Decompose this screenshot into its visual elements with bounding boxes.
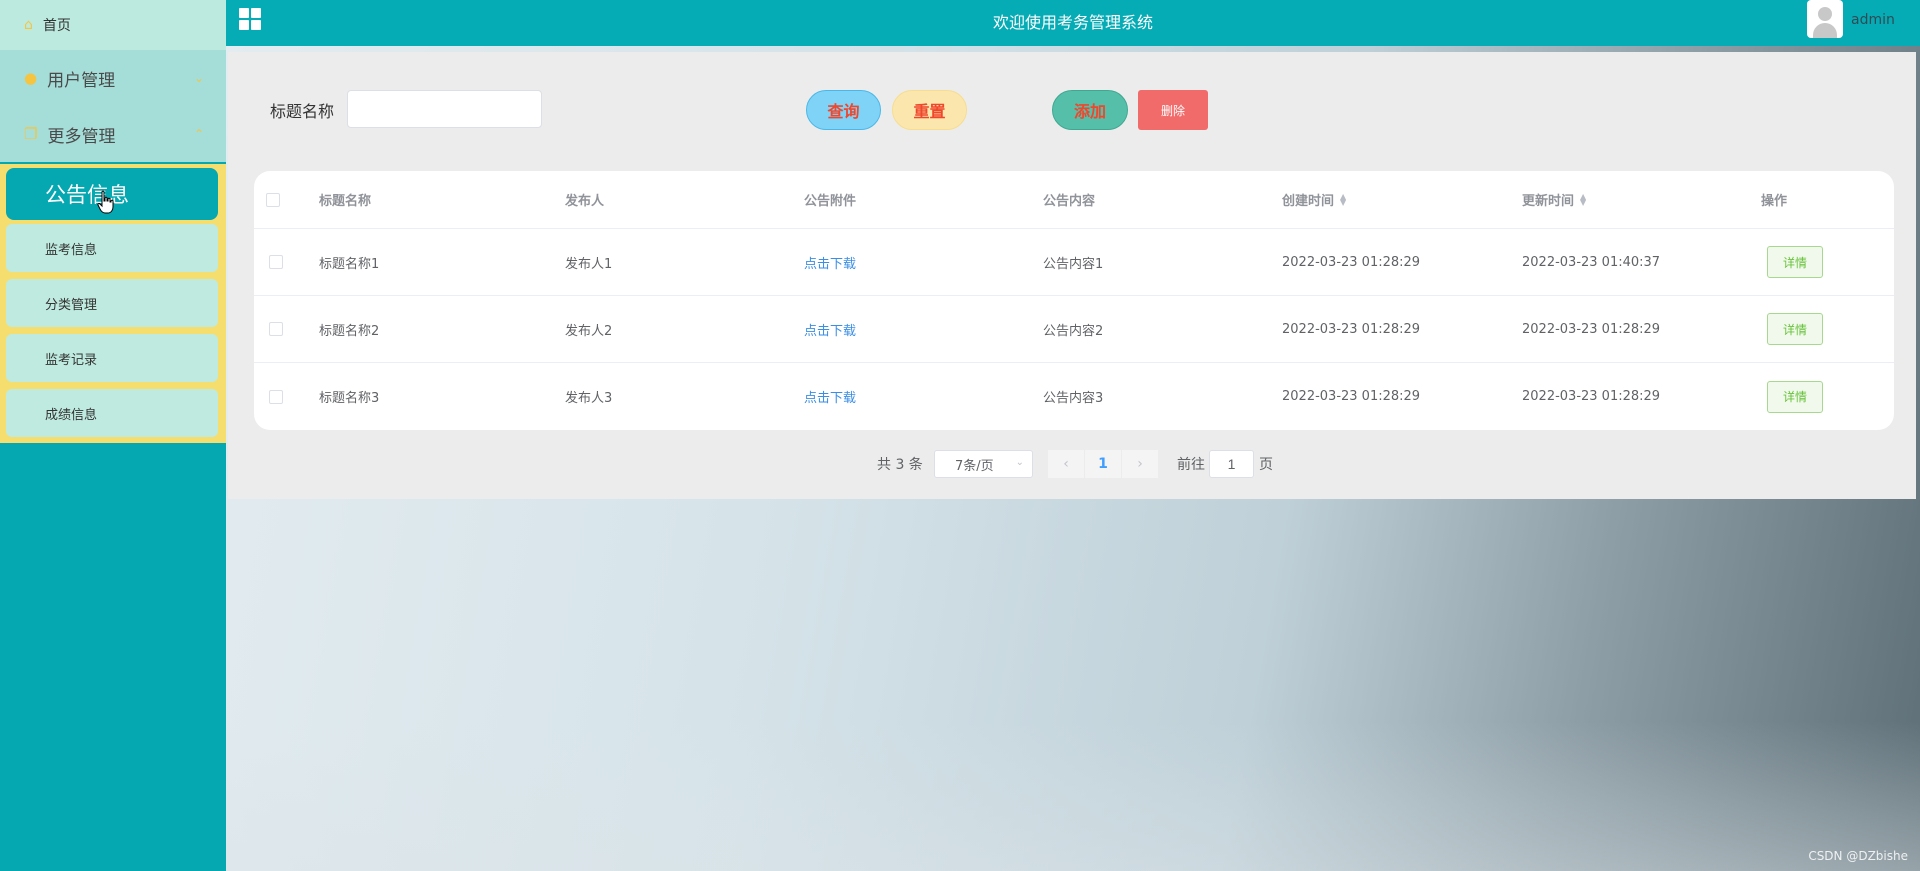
cell-content: 公告内容1 [1043, 256, 1104, 272]
sidebar-item-label: 成绩信息 [45, 407, 98, 423]
watermark: CSDN @DZbishe [1808, 849, 1908, 863]
sidebar-item-label: 分类管理 [45, 297, 98, 313]
column-header: 标题名称 [319, 194, 372, 209]
search-label: 标题名称 [270, 102, 335, 121]
cell-publisher: 发布人1 [565, 256, 613, 272]
sidebar-group-label: 用户管理 [47, 70, 116, 91]
cell-created: 2022-03-23 01:28:29 [1282, 321, 1421, 337]
add-button[interactable]: 添加 [1052, 90, 1128, 130]
detail-button[interactable]: 详情 [1767, 313, 1823, 345]
table-row: 标题名称2 发布人2 点击下载 公告内容2 2022-03-23 01:28:2… [254, 296, 1894, 363]
table-row: 标题名称3 发布人3 点击下载 公告内容3 2022-03-23 01:28:2… [254, 363, 1894, 430]
sidebar-item-proctor-record[interactable]: 监考记录 [6, 334, 218, 382]
sidebar-item-label: 首页 [42, 18, 71, 34]
column-header: 公告内容 [1043, 194, 1096, 209]
cell-created: 2022-03-23 01:28:29 [1282, 254, 1421, 270]
sidebar-item-label: 监考记录 [45, 352, 98, 368]
sidebar-item-scores[interactable]: 成绩信息 [6, 389, 218, 437]
hand-cursor-icon [97, 190, 114, 214]
page-number-button[interactable]: 1 [1085, 450, 1121, 478]
user-icon: ● [24, 69, 38, 87]
app-title: 欢迎使用考务管理系统 [992, 13, 1153, 32]
goto-page-input[interactable] [1209, 450, 1254, 478]
goto-suffix: 页 [1259, 457, 1273, 473]
cell-title: 标题名称3 [319, 391, 380, 406]
sidebar-item-label: 监考信息 [45, 242, 98, 258]
sidebar-group-label: 更多管理 [47, 126, 116, 147]
goto-label: 前往 [1177, 457, 1205, 473]
row-checkbox[interactable] [269, 322, 283, 336]
main-panel: 标题名称 查询 重置 添加 删除 标题名称 发布人 公告附件 公告内容 创建时间… [228, 52, 1916, 499]
cell-updated: 2022-03-23 01:28:29 [1522, 321, 1661, 337]
sidebar-item-label: 公告信息 [45, 183, 129, 207]
title-search-input[interactable] [347, 90, 542, 128]
cell-title: 标题名称1 [319, 256, 380, 272]
announcement-table: 标题名称 发布人 公告附件 公告内容 创建时间 ▲ ▼ 更新时间 ▲ ▼ 操作 标题… [254, 171, 1894, 430]
page-size-select[interactable]: 7条/页 ⌄ [934, 450, 1033, 478]
column-header-created[interactable]: 创建时间 ▲ ▼ [1282, 171, 1346, 228]
cell-content: 公告内容2 [1043, 323, 1104, 339]
row-checkbox[interactable] [269, 389, 283, 404]
cell-created: 2022-03-23 01:28:29 [1282, 389, 1421, 404]
chevron-down-icon: ⌄ [193, 71, 204, 85]
sort-icon[interactable]: ▲ ▼ [1580, 192, 1586, 206]
download-link[interactable]: 点击下载 [804, 363, 856, 430]
reset-button[interactable]: 重置 [892, 90, 967, 130]
select-all-checkbox[interactable] [266, 192, 280, 207]
sidebar: ⌂ 首页 ● 用户管理 ⌄ ❐ 更多管理 ⌃ 公告信息 监考信息 分类管理 监考… [0, 0, 226, 871]
column-header: 操作 [1761, 194, 1788, 209]
table-row: 标题名称1 发布人1 点击下载 公告内容1 2022-03-23 01:28:2… [254, 229, 1894, 296]
sidebar-item-home[interactable]: ⌂ 首页 [0, 0, 226, 50]
sidebar-item-proctor-info[interactable]: 监考信息 [6, 224, 218, 272]
cell-content: 公告内容3 [1043, 391, 1104, 406]
download-link[interactable]: 点击下载 [804, 296, 856, 362]
column-header: 发布人 [565, 194, 605, 209]
detail-button[interactable]: 详情 [1767, 380, 1823, 413]
column-header-updated[interactable]: 更新时间 ▲ ▼ [1522, 171, 1586, 228]
prev-page-button[interactable]: ‹ [1048, 450, 1084, 478]
home-icon: ⌂ [24, 17, 33, 33]
avatar[interactable] [1807, 0, 1843, 38]
cell-updated: 2022-03-23 01:28:29 [1522, 389, 1661, 404]
detail-button[interactable]: 详情 [1767, 246, 1823, 278]
cell-publisher: 发布人3 [565, 391, 613, 406]
sidebar-group-more[interactable]: ❐ 更多管理 ⌃ [0, 106, 226, 162]
next-page-button[interactable]: › [1122, 450, 1158, 478]
sort-icon[interactable]: ▲ ▼ [1340, 192, 1346, 206]
cell-updated: 2022-03-23 01:40:37 [1522, 254, 1661, 270]
copy-icon: ❐ [24, 125, 38, 143]
cell-title: 标题名称2 [319, 323, 380, 339]
username[interactable]: admin [1851, 12, 1895, 28]
cell-publisher: 发布人2 [565, 323, 613, 339]
table-header: 标题名称 发布人 公告附件 公告内容 创建时间 ▲ ▼ 更新时间 ▲ ▼ 操作 [254, 171, 1894, 229]
sidebar-group-users[interactable]: ● 用户管理 ⌄ [0, 50, 226, 106]
delete-button[interactable]: 删除 [1138, 90, 1208, 130]
sidebar-item-category[interactable]: 分类管理 [6, 279, 218, 327]
row-checkbox[interactable] [269, 255, 283, 269]
pagination-total: 共 3 条 [877, 457, 923, 473]
top-header: 欢迎使用考务管理系统 admin [226, 0, 1920, 46]
chevron-down-icon: ⌄ [1015, 457, 1024, 468]
download-link[interactable]: 点击下载 [804, 229, 856, 295]
column-header: 公告附件 [804, 194, 857, 209]
chevron-up-icon: ⌃ [193, 127, 204, 141]
query-button[interactable]: 查询 [806, 90, 881, 130]
